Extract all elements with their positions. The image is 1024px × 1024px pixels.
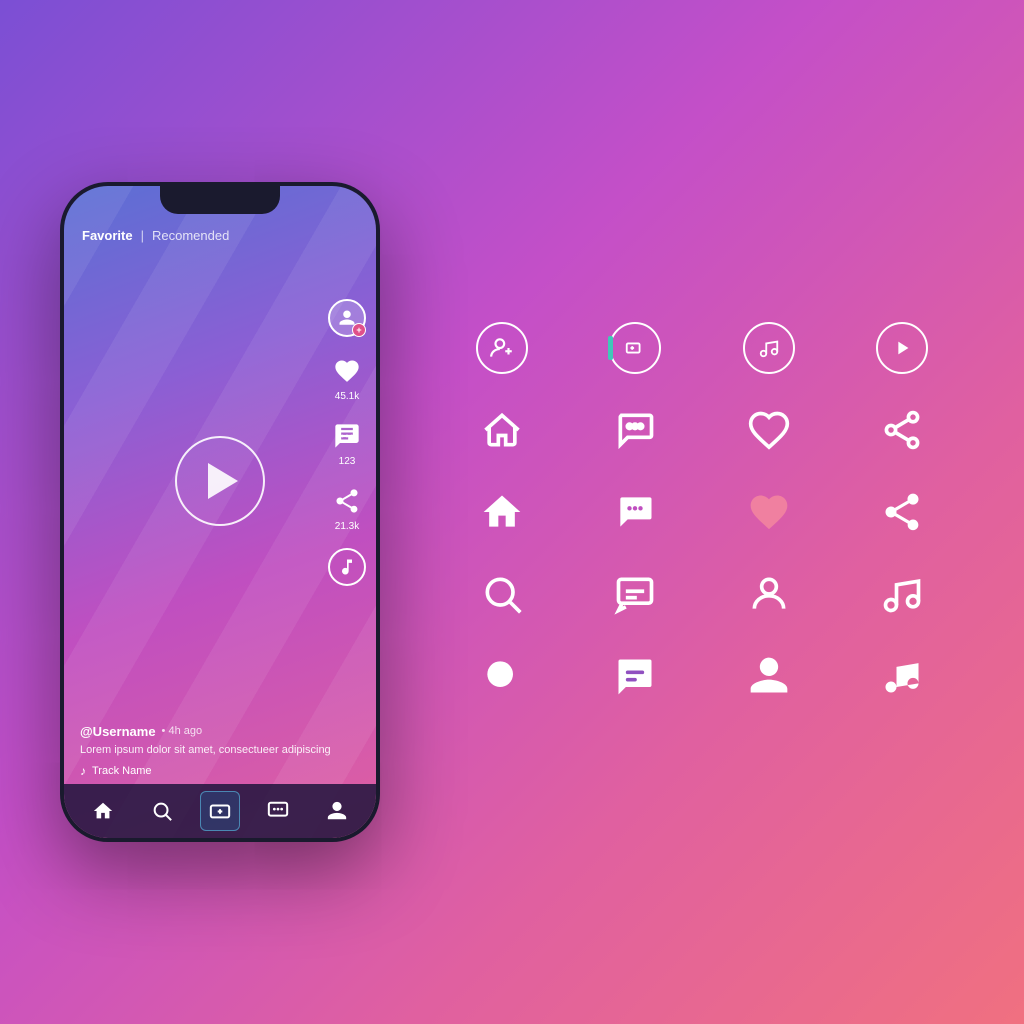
notch (160, 186, 280, 214)
music-circle-icon[interactable] (737, 316, 801, 380)
heart-outline-icon[interactable] (737, 398, 801, 462)
music-note-filled-icon[interactable] (870, 644, 934, 708)
user-filled-icon[interactable] (737, 644, 801, 708)
header-divider: | (141, 228, 144, 243)
play-triangle-icon (208, 463, 238, 499)
share-action[interactable]: 21.3k (329, 483, 365, 532)
comment-outline-icon[interactable] (603, 562, 667, 626)
like-action[interactable]: 45.1k (329, 353, 365, 402)
phone-content: Favorite | Recomended + (64, 186, 376, 838)
nav-chat[interactable] (258, 791, 298, 831)
comment-filled-icon[interactable] (603, 644, 667, 708)
home-filled-icon[interactable] (470, 480, 534, 544)
side-actions: + 45.1k 1 (328, 299, 366, 586)
chat-filled-icon[interactable] (603, 480, 667, 544)
phone-frame: Favorite | Recomended + (60, 182, 380, 842)
nav-home[interactable] (83, 791, 123, 831)
add-video-circle-icon[interactable] (603, 316, 667, 380)
bottom-info: @Username • 4h ago Lorem ipsum dolor sit… (64, 714, 376, 784)
search-outline-icon[interactable] (470, 562, 534, 626)
heart-filled-pink-icon[interactable] (737, 480, 801, 544)
time-ago-label: • 4h ago (162, 725, 203, 737)
play-circle-icon[interactable] (870, 316, 934, 380)
bottom-nav (64, 784, 376, 838)
favorite-label[interactable]: Favorite (82, 228, 133, 243)
user-outline-icon[interactable] (737, 562, 801, 626)
username-label[interactable]: @Username (80, 724, 156, 739)
shares-count: 21.3k (335, 521, 359, 532)
share-filled-icon[interactable] (870, 480, 934, 544)
nav-profile[interactable] (317, 791, 357, 831)
comments-count: 123 (339, 456, 356, 467)
comment-action[interactable]: 123 (329, 418, 365, 467)
phone-header: Favorite | Recomended (64, 220, 376, 249)
video-area[interactable]: + 45.1k 1 (64, 249, 376, 714)
chat-bubble-outline-icon[interactable] (603, 398, 667, 462)
add-user-circle-icon[interactable] (470, 316, 534, 380)
search-filled-icon[interactable] (470, 644, 534, 708)
follow-plus-icon: + (352, 323, 366, 337)
nav-search[interactable] (142, 791, 182, 831)
music-note-icon: ♪ (80, 764, 86, 778)
avatar-icon: + (328, 299, 366, 337)
share-icon (329, 483, 365, 519)
music-action[interactable] (328, 548, 366, 586)
recommended-label[interactable]: Recomended (152, 228, 229, 243)
home-outline-icon[interactable] (470, 398, 534, 462)
phone-mockup: Favorite | Recomended + (60, 182, 400, 842)
likes-count: 45.1k (335, 391, 359, 402)
track-row[interactable]: ♪ Track Name (80, 764, 360, 778)
track-name-label: Track Name (92, 765, 152, 777)
music-disc-icon (328, 548, 366, 586)
heart-icon (329, 353, 365, 389)
follow-action[interactable]: + (328, 299, 366, 337)
share-outline-icon[interactable] (870, 398, 934, 462)
music-note-outline-icon[interactable] (870, 562, 934, 626)
comment-icon (329, 418, 365, 454)
icon-grid (400, 296, 964, 728)
description-text: Lorem ipsum dolor sit amet, consectueer … (80, 743, 360, 758)
username-row: @Username • 4h ago (80, 724, 360, 739)
play-button-large[interactable] (175, 436, 265, 526)
nav-add[interactable] (200, 791, 240, 831)
phone-screen: Favorite | Recomended + (64, 186, 376, 838)
